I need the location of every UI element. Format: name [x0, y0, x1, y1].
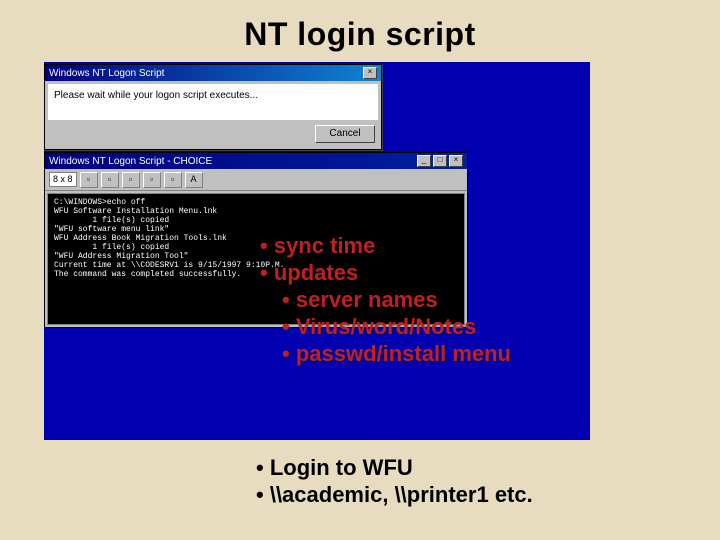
- dialog-message: Please wait while your logon script exec…: [48, 84, 378, 120]
- bullet-academic-printer: \\academic, \\printer1 etc.: [256, 481, 533, 508]
- toolbar-button[interactable]: ▫: [143, 172, 161, 188]
- font-button[interactable]: A: [185, 172, 203, 188]
- dialog-titlebar: Windows NT Logon Script ×: [45, 65, 381, 81]
- bullet-updates: updates: [260, 259, 511, 286]
- bullet-virus-word-notes: Virus/word/Notes: [260, 313, 511, 340]
- maximize-icon[interactable]: □: [433, 155, 447, 167]
- font-size-select[interactable]: 8 x 8: [49, 172, 77, 187]
- console-toolbar: 8 x 8 ▫ ▫ ▫ ▫ ▫ A: [45, 169, 467, 191]
- logon-script-dialog: Windows NT Logon Script × Please wait wh…: [44, 64, 382, 150]
- bullet-list-bottom: Login to WFU \\academic, \\printer1 etc.: [256, 454, 533, 508]
- close-icon[interactable]: ×: [449, 155, 463, 167]
- toolbar-button[interactable]: ▫: [101, 172, 119, 188]
- bullet-server-names: server names: [260, 286, 511, 313]
- dialog-footer: Cancel: [45, 123, 381, 149]
- toolbar-button[interactable]: ▫: [80, 172, 98, 188]
- toolbar-button[interactable]: ▫: [164, 172, 182, 188]
- console-title: Windows NT Logon Script - CHOICE: [49, 156, 212, 167]
- cancel-button[interactable]: Cancel: [315, 125, 375, 143]
- slide-title: NT login script: [0, 0, 720, 53]
- bullet-list-overlay: sync time updates server names Virus/wor…: [260, 232, 511, 367]
- bullet-login-wfu: Login to WFU: [256, 454, 533, 481]
- close-icon[interactable]: ×: [363, 67, 377, 79]
- minimize-icon[interactable]: _: [417, 155, 431, 167]
- console-titlebar: Windows NT Logon Script - CHOICE _ □ ×: [45, 153, 467, 169]
- bullet-passwd-install: passwd/install menu: [260, 340, 511, 367]
- dialog-title: Windows NT Logon Script: [49, 68, 164, 79]
- toolbar-button[interactable]: ▫: [122, 172, 140, 188]
- bullet-sync-time: sync time: [260, 232, 511, 259]
